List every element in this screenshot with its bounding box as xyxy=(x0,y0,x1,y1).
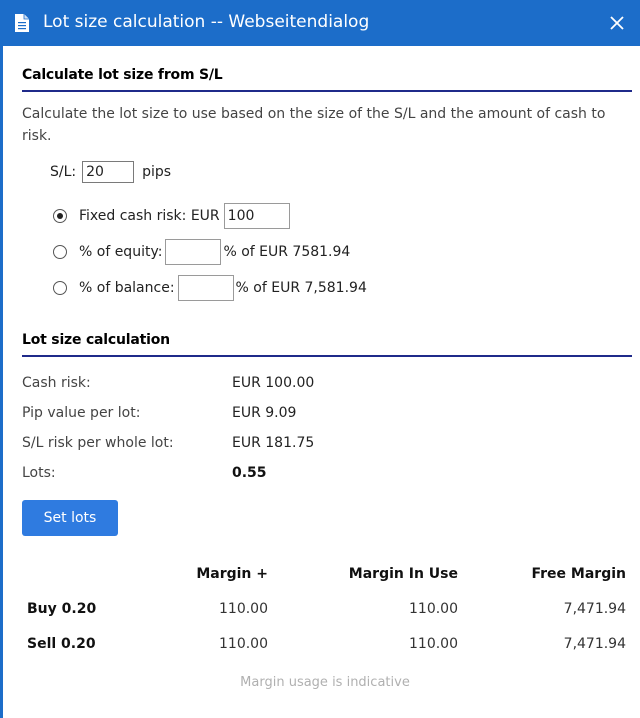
table-cell-margin-plus: 110.00 xyxy=(219,636,268,652)
table-cell-margin-in-use: 110.00 xyxy=(409,636,458,652)
section-divider xyxy=(22,90,632,92)
sl-unit: pips xyxy=(142,164,172,180)
fixed-cash-risk-input[interactable] xyxy=(223,203,290,229)
option-suffix: % of EUR 7581.94 xyxy=(223,244,351,260)
close-button[interactable] xyxy=(602,8,632,38)
table-cell-margin-in-use: 110.00 xyxy=(409,601,458,617)
close-icon xyxy=(610,16,624,30)
option-percent-equity: % of equity: % of EUR 7581.94 xyxy=(53,239,350,265)
set-lots-button[interactable]: Set lots xyxy=(22,500,118,536)
lots-label: Lots: xyxy=(22,465,56,481)
sl-label: S/L: xyxy=(50,164,77,180)
cash-risk-value: EUR 100.00 xyxy=(232,375,315,391)
lots-value: 0.55 xyxy=(232,465,267,481)
document-icon xyxy=(14,13,30,33)
sl-row: S/L: pips xyxy=(50,159,171,185)
sl-risk-value: EUR 181.75 xyxy=(232,435,315,451)
column-header-free-margin: Free Margin xyxy=(531,566,626,582)
percent-balance-input[interactable] xyxy=(177,275,234,301)
margin-footnote: Margin usage is indicative xyxy=(240,675,410,690)
row-label-buy: Buy 0.20 xyxy=(27,601,97,617)
table-cell-free-margin: 7,471.94 xyxy=(563,601,626,617)
lot-size-dialog: Lot size calculation -- Webseitendialog … xyxy=(0,0,640,718)
section-header-calc-from-sl: Calculate lot size from S/L xyxy=(22,67,223,83)
row-label-sell: Sell 0.20 xyxy=(27,636,96,652)
title-bar: Lot size calculation -- Webseitendialog xyxy=(0,0,640,46)
cash-risk-label: Cash risk: xyxy=(22,375,91,391)
option-label: % of balance: xyxy=(79,280,175,296)
sl-risk-label: S/L risk per whole lot: xyxy=(22,435,174,451)
column-header-margin-in-use: Margin In Use xyxy=(348,566,458,582)
option-label: Fixed cash risk: EUR xyxy=(79,208,220,224)
pip-value-value: EUR 9.09 xyxy=(232,405,297,421)
option-suffix: % of EUR 7,581.94 xyxy=(235,280,367,296)
pip-value-label: Pip value per lot: xyxy=(22,405,141,421)
description-text: Calculate the lot size to use based on t… xyxy=(22,106,606,144)
table-cell-margin-plus: 110.00 xyxy=(219,601,268,617)
percent-equity-input[interactable] xyxy=(165,239,222,265)
window-title: Lot size calculation -- Webseitendialog xyxy=(43,12,370,32)
window-border xyxy=(0,46,3,718)
column-header-margin-plus: Margin + xyxy=(196,566,268,582)
option-percent-balance: % of balance: % of EUR 7,581.94 xyxy=(53,275,367,301)
radio-percent-equity[interactable] xyxy=(53,245,67,259)
table-cell-free-margin: 7,471.94 xyxy=(563,636,626,652)
section-header-lot-size-calculation: Lot size calculation xyxy=(22,332,170,348)
radio-percent-balance[interactable] xyxy=(53,281,67,295)
option-fixed-cash-risk: Fixed cash risk: EUR xyxy=(53,203,292,229)
radio-fixed-cash-risk[interactable] xyxy=(53,209,67,223)
option-label: % of equity: xyxy=(79,244,163,260)
sl-input[interactable] xyxy=(82,161,135,183)
section-divider xyxy=(22,355,632,357)
